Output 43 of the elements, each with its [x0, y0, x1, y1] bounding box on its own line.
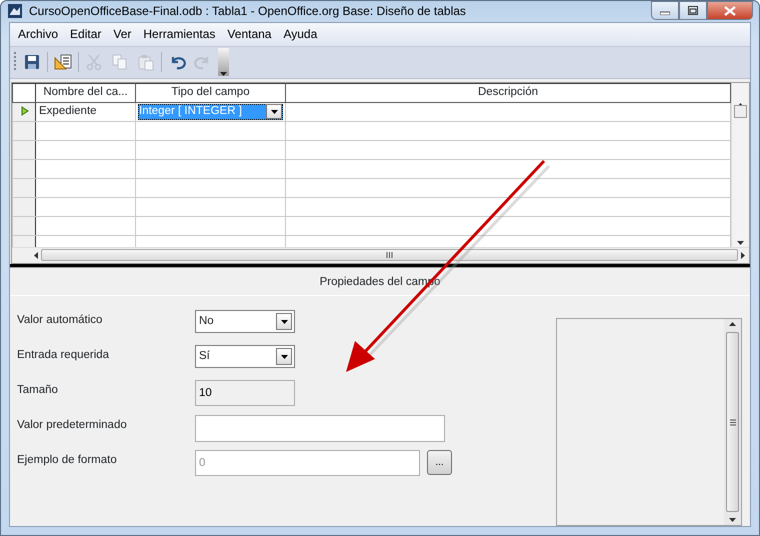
app-icon: [7, 3, 23, 20]
field-label: Entrada requerida: [17, 348, 110, 363]
field-label: Ejemplo de formato: [17, 453, 118, 468]
scroll-down-icon: [729, 518, 736, 522]
column-header[interactable]: Tipo del campo: [136, 83, 286, 102]
menu-item[interactable]: Ventana: [221, 25, 278, 44]
default-value-field[interactable]: [195, 415, 445, 442]
field-label: Tamaño: [17, 383, 59, 398]
close-icon: [724, 6, 736, 16]
close-button[interactable]: [707, 1, 753, 20]
dropdown-field[interactable]: Sí: [195, 345, 295, 368]
menu-item[interactable]: Ayuda: [277, 25, 324, 44]
dropdown-icon: [270, 110, 278, 114]
menu-item[interactable]: Archivo: [12, 25, 64, 44]
scroll-right-icon: [741, 252, 745, 259]
grip-icon: [386, 252, 393, 258]
horizontal-scrollbar[interactable]: [12, 246, 749, 263]
dropdown-field[interactable]: No: [195, 310, 295, 333]
field-label: Valor automático: [17, 313, 104, 328]
save-icon[interactable]: [23, 53, 41, 72]
dropdown-icon: [280, 354, 288, 358]
menu-item[interactable]: Ver: [107, 25, 138, 44]
vertical-scrollbar[interactable]: [731, 82, 749, 247]
dropdown-icon: [280, 320, 288, 324]
grip-icon: [730, 418, 736, 426]
menu-item[interactable]: Editar: [64, 25, 108, 44]
scroll-left-icon: [34, 252, 38, 259]
window-title: CursoOpenOfficeBase-Final.odb : Tabla1 - OpenOffice.org Base: Diseño de tablas: [29, 3, 466, 20]
scroll-up-icon: [729, 322, 736, 326]
toolbar-overflow-button[interactable]: [218, 48, 229, 76]
ruler-icon[interactable]: [54, 53, 72, 72]
table-cell: Expediente: [36, 102, 136, 122]
scroll-thumb[interactable]: [734, 104, 747, 118]
column-header[interactable]: Nombre del ca...: [36, 83, 136, 102]
menu-item[interactable]: Herramientas: [137, 25, 222, 44]
caret-icon: [220, 71, 227, 76]
vertical-scrollbar[interactable]: [724, 319, 741, 525]
column-header[interactable]: Descripción: [286, 83, 730, 102]
minimize-button[interactable]: [651, 1, 679, 20]
field-label: Valor predeterminado: [17, 418, 128, 433]
maximize-icon: [688, 6, 698, 15]
size-field[interactable]: 10: [195, 380, 295, 406]
maximize-button[interactable]: [679, 1, 707, 20]
